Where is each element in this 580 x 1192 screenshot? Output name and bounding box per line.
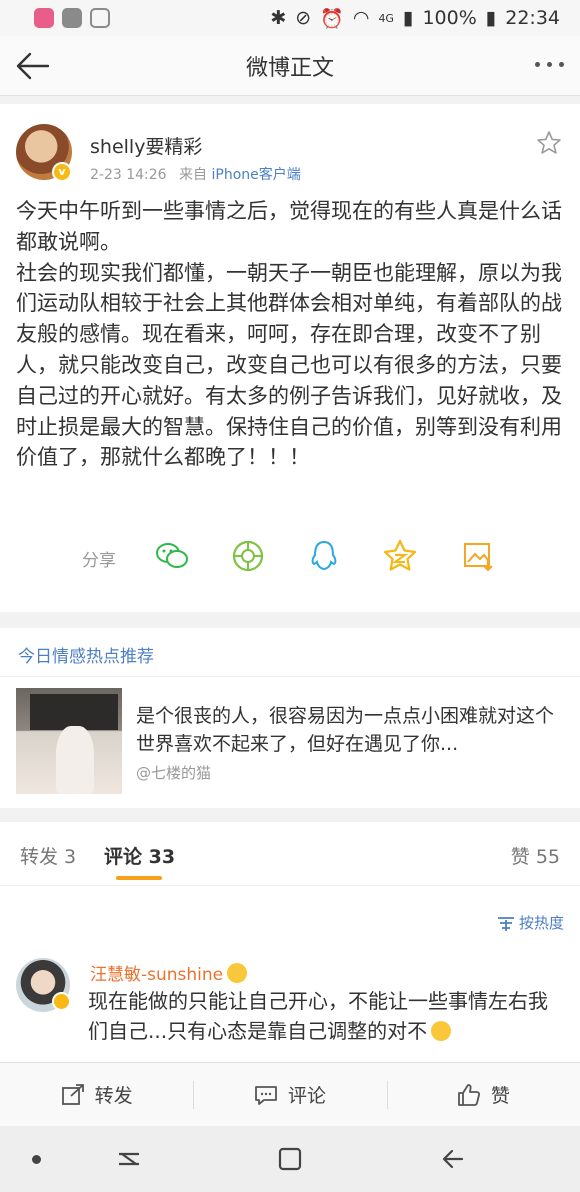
verified-badge-icon: v bbox=[52, 162, 72, 182]
sort-icon bbox=[497, 916, 514, 931]
back-arrow-icon[interactable] bbox=[14, 50, 50, 82]
post-date: 2-23 14:26 bbox=[90, 167, 167, 183]
weibo-post: v shelly要精彩 2-23 14:26 来自 iPhone客户端 今天中午… bbox=[0, 104, 580, 612]
heart-eyes-emoji-icon bbox=[227, 963, 248, 983]
bluetooth-icon: ✱ bbox=[270, 7, 287, 29]
source-prefix: 来自 bbox=[179, 167, 208, 183]
sort-label: 按热度 bbox=[518, 914, 564, 932]
commenter-name[interactable]: 汪慧敏-sunshine bbox=[90, 960, 248, 985]
top-nav-bar: 微博正文 bbox=[0, 36, 580, 96]
like-label: 赞 bbox=[490, 1085, 510, 1107]
clock: 22:34 bbox=[505, 7, 560, 29]
tab-comment[interactable]: 评论 33 bbox=[104, 842, 175, 869]
comment-body: 现在能做的只能让自己开心，不能让一些事情左右我们自己...只有心态是靠自己调整的… bbox=[88, 989, 548, 1043]
hot-author[interactable]: @七楼的猫 bbox=[136, 762, 211, 783]
favorite-star-icon[interactable] bbox=[536, 130, 562, 156]
battery-percent: 100% bbox=[422, 7, 477, 29]
qq-icon[interactable] bbox=[306, 538, 342, 574]
moments-icon[interactable] bbox=[230, 538, 266, 574]
comment-text: 现在能做的只能让自己开心，不能让一些事情左右我们自己...只有心态是靠自己调整的… bbox=[88, 986, 564, 1046]
signal-icon: ▮ bbox=[402, 7, 414, 29]
post-meta: 2-23 14:26 来自 iPhone客户端 bbox=[90, 164, 301, 184]
repost-label: 转发 bbox=[94, 1085, 133, 1107]
repost-button[interactable]: 转发 bbox=[0, 1063, 193, 1126]
sort-button[interactable]: 按热度 bbox=[497, 912, 564, 933]
divider bbox=[0, 676, 580, 677]
comment-icon bbox=[255, 1085, 277, 1105]
share-row: 分享 bbox=[0, 536, 580, 576]
more-options-icon[interactable] bbox=[535, 62, 564, 67]
commenter-name-text[interactable]: 汪慧敏-sunshine bbox=[90, 965, 223, 985]
save-image-icon[interactable] bbox=[460, 538, 496, 574]
tab-repost[interactable]: 转发 3 bbox=[20, 842, 76, 869]
active-tab-indicator bbox=[116, 876, 162, 880]
post-content: 今天中午听到一些事情之后，觉得现在的有些人真是什么话都敢说啊。 社会的现实我们都… bbox=[16, 199, 562, 470]
status-right-icons: ✱ ⊘ ⏰ ◠ 4G ▮ 100% ▮ 22:34 bbox=[270, 7, 560, 30]
commenter-verified-icon bbox=[52, 992, 71, 1011]
tab-like[interactable]: 赞 55 bbox=[511, 842, 560, 869]
nav-back-icon[interactable] bbox=[440, 1146, 466, 1172]
repost-icon bbox=[61, 1083, 84, 1105]
like-button[interactable]: 赞 bbox=[386, 1063, 580, 1126]
kiss-emoji-icon bbox=[431, 1021, 452, 1041]
network-type: 4G bbox=[378, 11, 394, 25]
comment-label: 评论 bbox=[287, 1085, 326, 1107]
recent-apps-icon[interactable] bbox=[116, 1146, 142, 1172]
author-name[interactable]: shelly要精彩 bbox=[90, 132, 202, 159]
battery-icon: ▮ bbox=[485, 7, 497, 29]
comment-button[interactable]: 评论 bbox=[193, 1063, 386, 1126]
hot-section-title: 今日情感热点推荐 bbox=[18, 647, 154, 667]
hot-text[interactable]: 是个很丧的人，很容易因为一点点小困难就对这个世界喜欢不起来了，但好在遇见了你..… bbox=[136, 702, 566, 758]
thumbs-up-icon bbox=[457, 1083, 480, 1106]
status-left-icons bbox=[34, 8, 110, 28]
share-label: 分享 bbox=[82, 551, 116, 571]
mute-icon: ⊘ bbox=[295, 7, 312, 29]
gallery-notification-icon bbox=[62, 8, 82, 28]
nav-dot-icon[interactable] bbox=[32, 1155, 41, 1164]
status-bar: ✱ ⊘ ⏰ ◠ 4G ▮ 100% ▮ 22:34 bbox=[0, 0, 580, 36]
thumbnail-sign bbox=[30, 694, 118, 730]
post-source-link[interactable]: iPhone客户端 bbox=[211, 167, 300, 183]
home-icon[interactable] bbox=[277, 1146, 303, 1172]
qzone-icon[interactable] bbox=[382, 538, 418, 574]
page-title: 微博正文 bbox=[245, 55, 334, 81]
thumbnail-figure bbox=[56, 726, 94, 794]
system-nav-bar bbox=[0, 1126, 580, 1192]
interaction-tabs: 转发 3 评论 33 赞 55 bbox=[0, 822, 580, 886]
app-notification-icon bbox=[34, 8, 54, 28]
hot-recommendation[interactable]: 今日情感热点推荐 是个很丧的人，很容易因为一点点小困难就对这个世界喜欢不起来了，… bbox=[0, 628, 580, 808]
task-notification-icon bbox=[90, 8, 110, 28]
alarm-icon: ⏰ bbox=[320, 7, 344, 30]
hot-thumbnail[interactable] bbox=[16, 688, 122, 794]
bottom-action-bar: 转发 评论 赞 bbox=[0, 1062, 580, 1126]
comment-list: 按热度 汪慧敏-sunshine 现在能做的只能让自己开心，不能让一些事情左右我… bbox=[0, 886, 580, 1062]
wechat-icon[interactable] bbox=[154, 538, 190, 574]
wifi-icon: ◠ bbox=[352, 7, 370, 29]
